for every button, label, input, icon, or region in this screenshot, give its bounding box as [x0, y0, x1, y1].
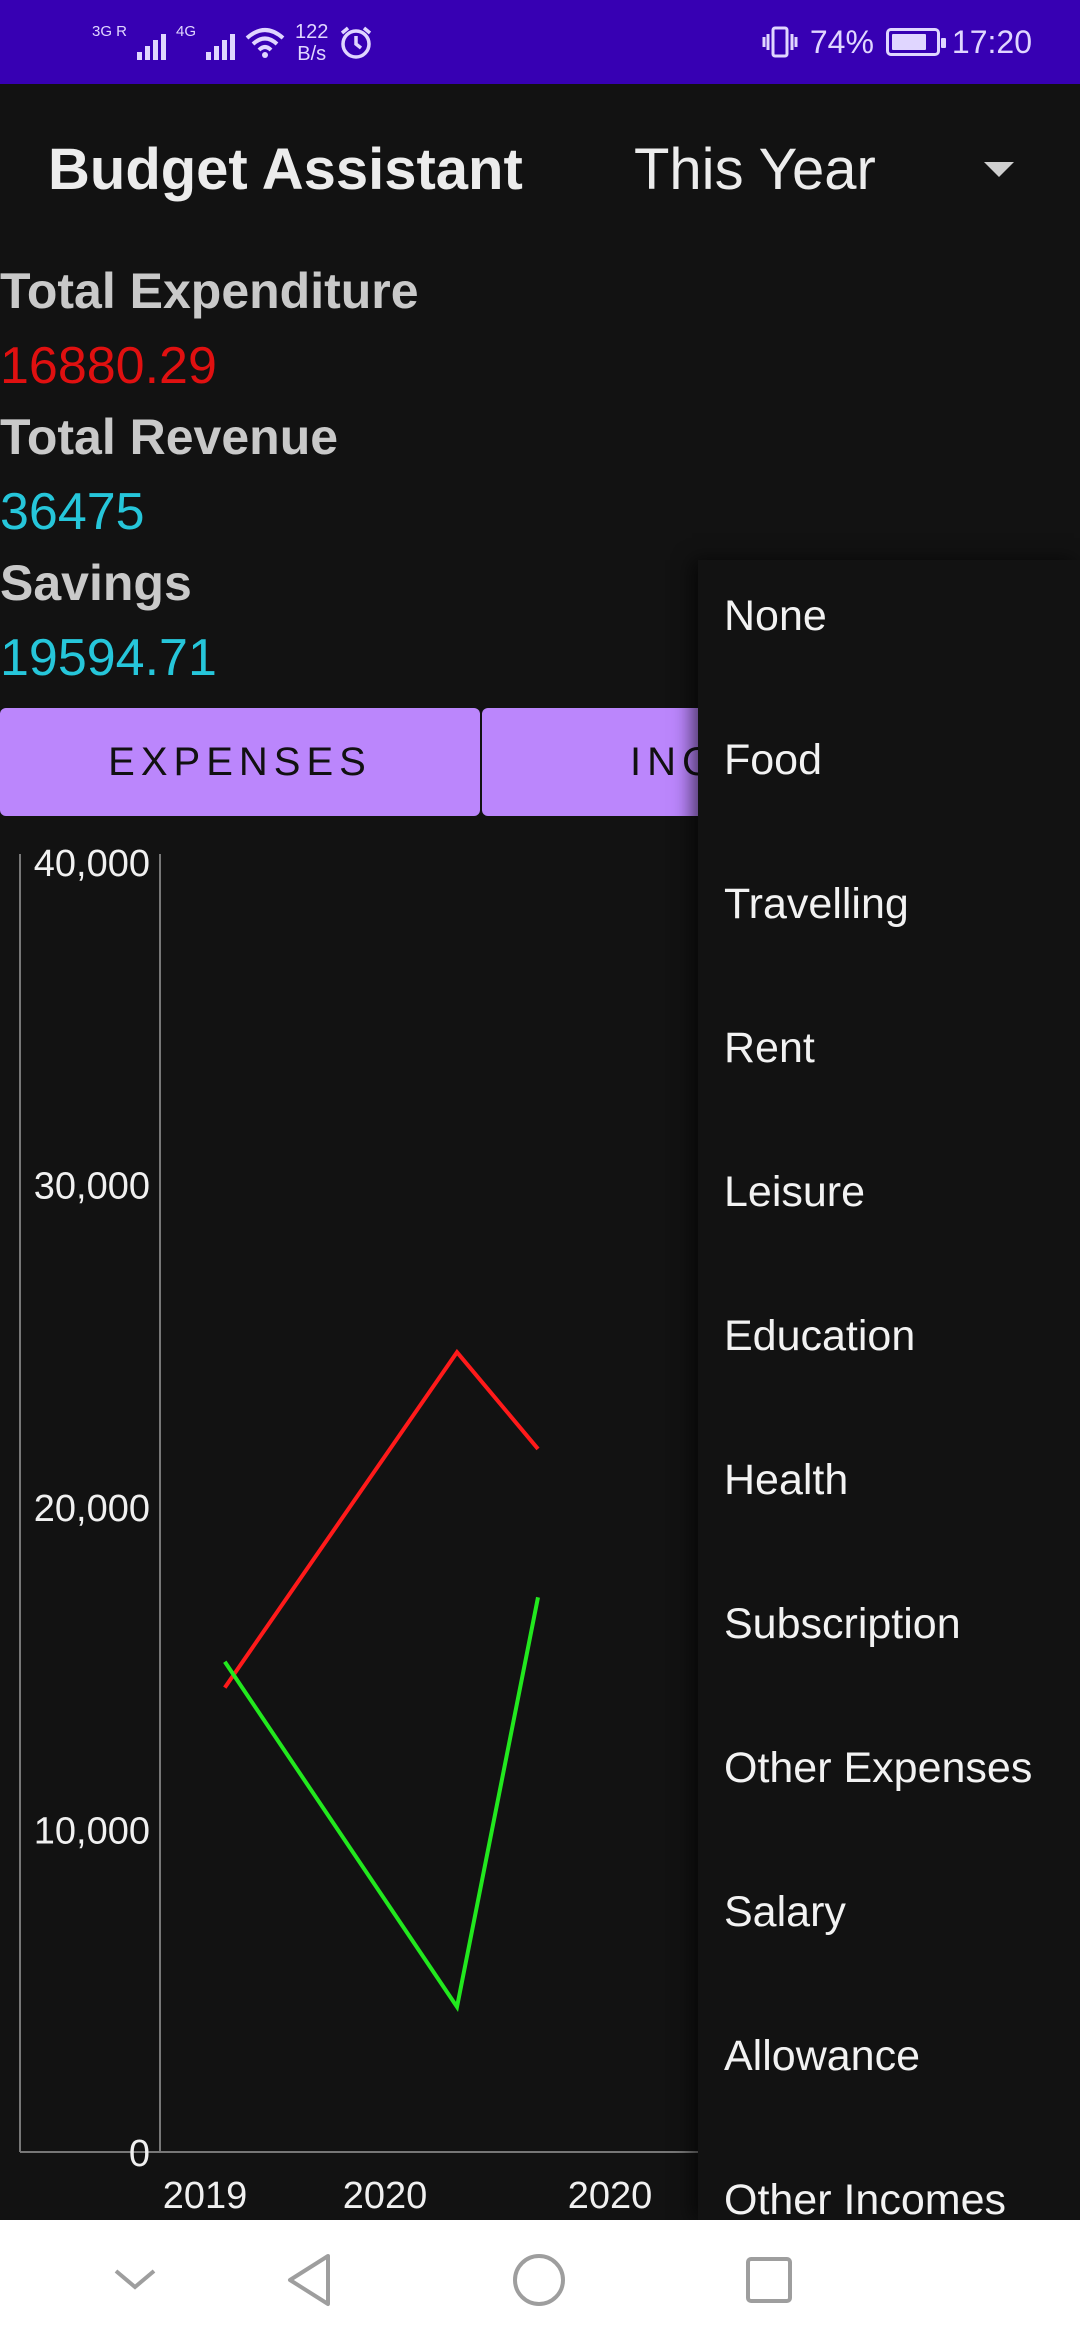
expenditure-label: Total Expenditure: [0, 263, 419, 319]
menu-item-travelling[interactable]: Travelling: [724, 880, 909, 929]
status-left: 3G R 4G 122 B/s: [92, 18, 374, 68]
y-tick-label: 0: [129, 2133, 150, 2175]
alarm-icon: [341, 26, 372, 59]
tab-expenses[interactable]: EXPENSES: [0, 708, 480, 816]
x-tick-label: 2020: [568, 2175, 653, 2217]
menu-item-none[interactable]: None: [724, 592, 827, 641]
revenue-label: Total Revenue: [0, 409, 339, 465]
menu-item-other-incomes[interactable]: Other Incomes: [724, 2176, 1006, 2220]
status-bar: 3G R 4G 122 B/s 74% 17:20: [0, 0, 1080, 84]
period-menu: None Food Travelling Rent Leisure Education He…: [698, 560, 1080, 2220]
series-line-1: [223, 1596, 540, 2012]
y-tick-label: 40,000: [34, 843, 150, 885]
period-dropdown[interactable]: This Year: [634, 136, 1054, 206]
signal-2-icon: [206, 26, 236, 60]
expenditure-value: 16880.29: [0, 337, 217, 395]
network-2-label: 4G: [176, 22, 197, 40]
savings-label: Savings: [0, 555, 192, 611]
navigation-bar: [0, 2220, 1080, 2340]
battery-percent: 74%: [809, 23, 874, 60]
battery-icon: [885, 28, 946, 56]
status-right: 74% 17:20: [762, 22, 1032, 62]
clock: 17:20: [951, 23, 1032, 60]
chevron-down-icon[interactable]: [90, 2220, 180, 2340]
app-title: Budget Assistant: [48, 137, 523, 202]
x-tick-label: 2019: [163, 2175, 248, 2217]
menu-item-rent[interactable]: Rent: [724, 1024, 815, 1073]
wifi-icon: [245, 28, 285, 58]
menu-item-allowance[interactable]: Allowance: [724, 2032, 920, 2081]
menu-item-other-expenses[interactable]: Other Expenses: [724, 1744, 1032, 1793]
recents-icon[interactable]: [724, 2220, 814, 2340]
chart-series: [223, 1348, 540, 2012]
menu-item-health[interactable]: Health: [724, 1456, 848, 1505]
revenue-value: 36475: [0, 483, 145, 541]
savings-value: 19594.71: [0, 629, 217, 687]
y-tick-label: 20,000: [34, 1488, 150, 1530]
menu-item-subscription[interactable]: Subscription: [724, 1600, 961, 1649]
menu-item-food[interactable]: Food: [724, 736, 822, 785]
x-axis-ticks: 2019 2020 2020: [163, 2175, 653, 2217]
line-chart: 40,000 30,000 20,000 10,000 0 2019 2020 2020: [19, 843, 700, 2217]
y-tick-label: 30,000: [34, 1166, 150, 1208]
menu-item-leisure[interactable]: Leisure: [724, 1168, 865, 1217]
network-speed: 122 B/s: [295, 21, 328, 65]
network-1-label: 3G R: [92, 22, 128, 40]
menu-item-salary[interactable]: Salary: [724, 1888, 846, 1937]
y-axis-ticks: 40,000 30,000 20,000 10,000 0: [34, 843, 150, 2175]
dropdown-arrow-icon: [984, 162, 1014, 177]
menu-item-education[interactable]: Education: [724, 1312, 915, 1361]
home-icon[interactable]: [494, 2220, 584, 2340]
speed-value: 122: [295, 21, 329, 43]
speed-unit: B/s: [297, 43, 327, 65]
x-tick-label: 2020: [343, 2175, 428, 2217]
y-tick-label: 10,000: [34, 1811, 150, 1853]
back-icon[interactable]: [264, 2220, 354, 2340]
series-line-0: [223, 1348, 540, 1689]
vibrate-icon: [762, 26, 798, 58]
period-value: This Year: [634, 137, 876, 202]
signal-1-icon: [137, 26, 167, 60]
